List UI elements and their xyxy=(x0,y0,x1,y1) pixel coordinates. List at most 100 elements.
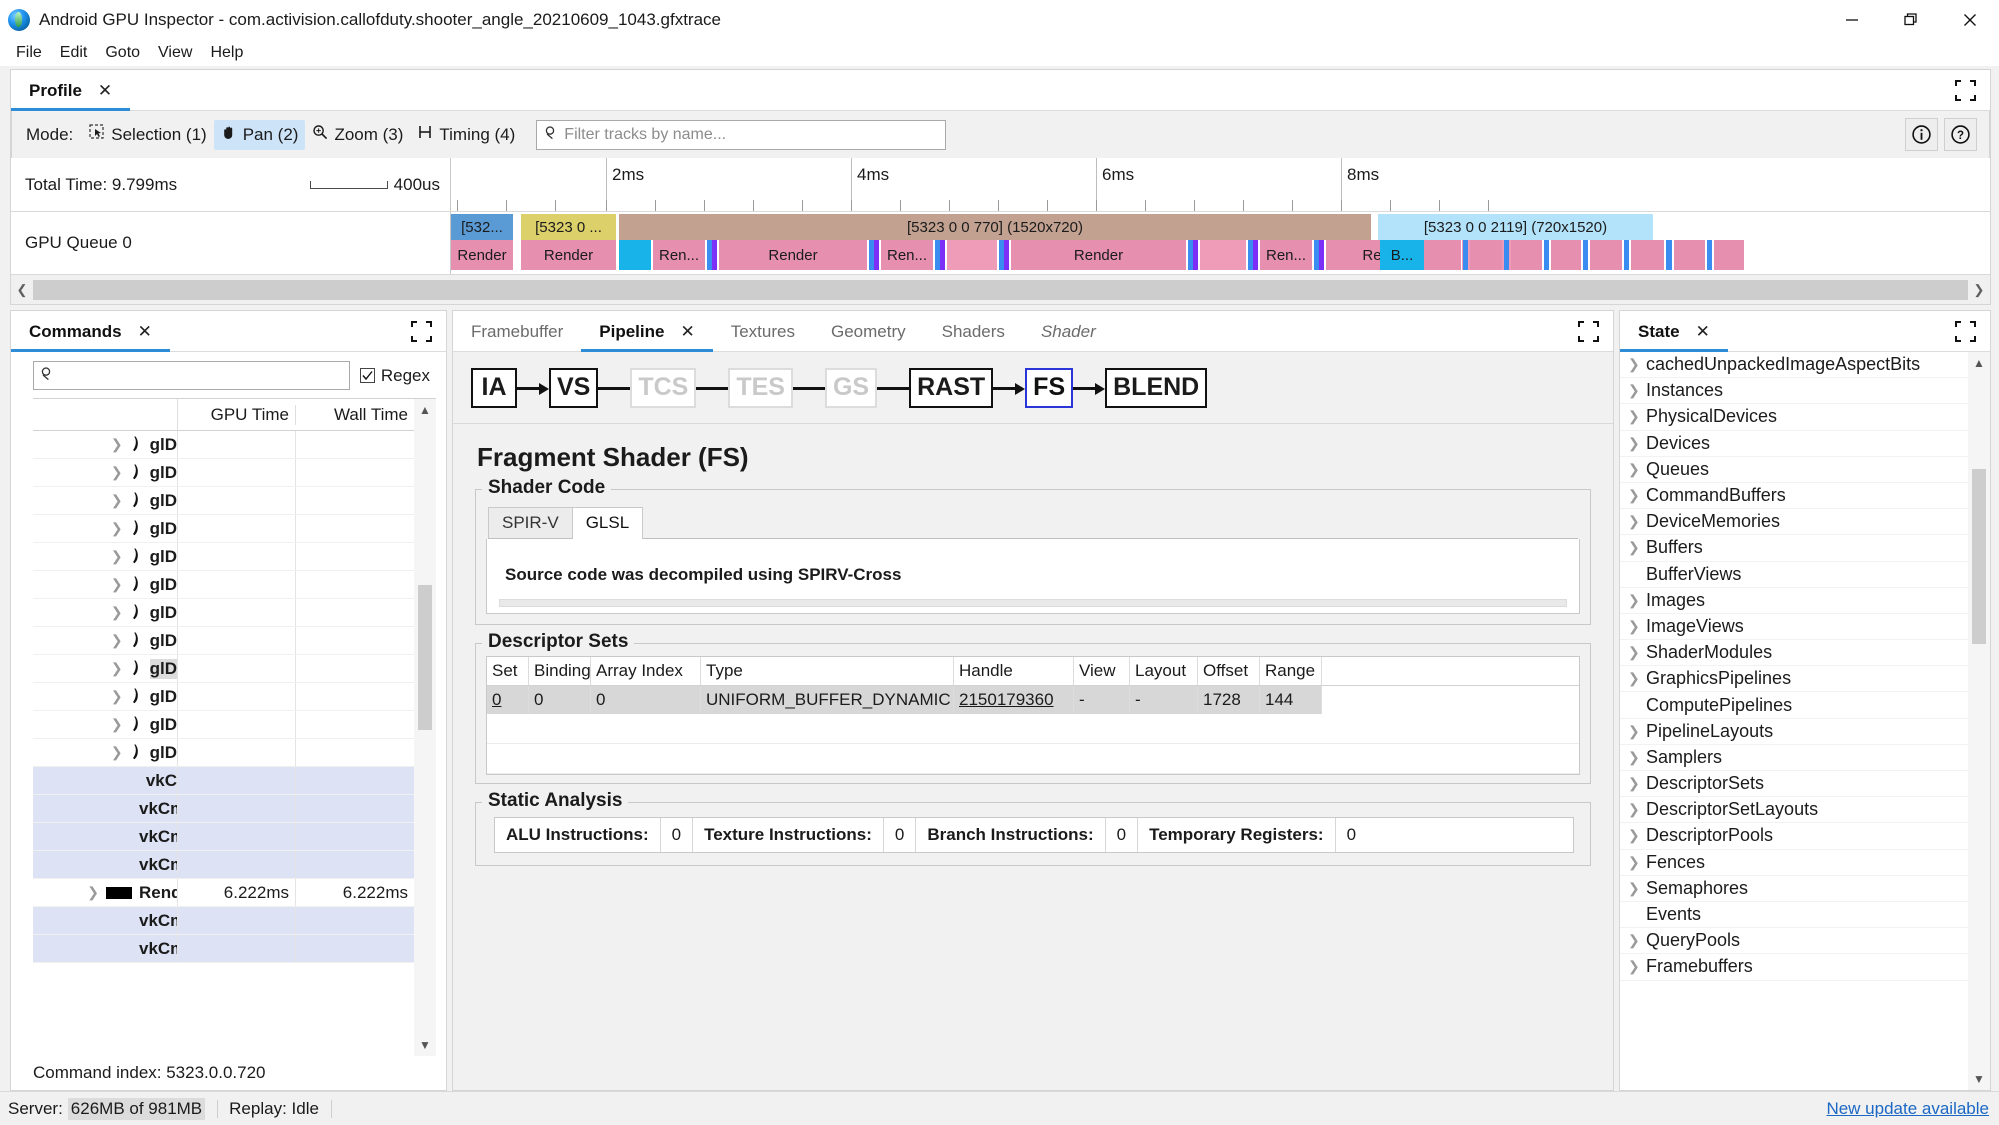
table-row[interactable]: ❯ glD xyxy=(33,515,414,543)
commands-vscrollbar[interactable]: ▲ ▼ xyxy=(414,399,436,1056)
chevron-right-icon[interactable]: ❯ xyxy=(1628,827,1640,844)
commands-search-input[interactable] xyxy=(33,361,350,390)
timeline-barrier[interactable] xyxy=(1707,240,1712,270)
table-row[interactable]: vkCmd xyxy=(33,907,414,935)
timeline-subgroup[interactable] xyxy=(1631,240,1664,270)
chevron-right-icon[interactable]: ❯ xyxy=(1628,854,1640,871)
chevron-right-icon[interactable]: ❯ xyxy=(1628,723,1640,740)
chevron-right-icon[interactable]: ❯ xyxy=(1628,958,1640,975)
timeline-subgroup[interactable] xyxy=(947,240,997,270)
chevron-right-icon[interactable]: ❯ xyxy=(1628,618,1640,635)
chevron-right-icon[interactable]: ❯ xyxy=(1628,382,1640,399)
tab-state[interactable]: State ✕ xyxy=(1620,311,1728,352)
chevron-right-icon[interactable]: ❯ xyxy=(1968,282,1990,298)
chevron-left-icon[interactable]: ❮ xyxy=(11,282,33,298)
col-binding[interactable]: Binding xyxy=(529,657,591,685)
col-view[interactable]: View xyxy=(1074,657,1130,685)
col-layout[interactable]: Layout xyxy=(1130,657,1198,685)
timeline-barrier[interactable] xyxy=(1004,240,1009,270)
state-tree-item[interactable]: ❯ Samplers xyxy=(1620,745,1968,771)
regex-checkbox[interactable]: Regex xyxy=(359,366,436,386)
menu-view[interactable]: View xyxy=(150,42,200,64)
timeline-subgroup[interactable] xyxy=(1470,240,1502,270)
restore-icon[interactable] xyxy=(1881,0,1940,39)
chevron-right-icon[interactable]: ❯ xyxy=(1628,513,1640,530)
timeline-barrier[interactable] xyxy=(1193,240,1198,270)
column-gpu-time[interactable]: GPU Time xyxy=(178,404,296,425)
state-tree-item[interactable]: ❯ Fences xyxy=(1620,850,1968,876)
menu-help[interactable]: Help xyxy=(202,42,251,64)
timeline-hscrollbar[interactable]: ❮ ❯ xyxy=(11,274,1990,304)
timeline-barrier[interactable] xyxy=(1624,240,1629,270)
chevron-right-icon[interactable]: ❯ xyxy=(1628,670,1640,687)
col-set[interactable]: Set xyxy=(487,657,529,685)
chevron-right-icon[interactable]: ❯ xyxy=(1628,408,1640,425)
chevron-right-icon[interactable]: ❯ xyxy=(111,576,123,593)
table-row[interactable]: ❯ glD xyxy=(33,459,414,487)
tab-geometry[interactable]: Geometry xyxy=(813,311,924,352)
chevron-right-icon[interactable]: ❯ xyxy=(111,716,123,733)
close-icon[interactable]: ✕ xyxy=(680,323,694,340)
chevron-right-icon[interactable]: ❯ xyxy=(111,492,123,509)
tab-commands[interactable]: Commands ✕ xyxy=(11,311,170,352)
menu-file[interactable]: File xyxy=(8,42,50,64)
chevron-right-icon[interactable]: ❯ xyxy=(111,436,123,453)
close-icon[interactable]: ✕ xyxy=(98,82,112,99)
pipeline-stage-ia[interactable]: IA xyxy=(471,367,517,408)
timeline-barrier[interactable] xyxy=(1253,240,1258,270)
timeline-group[interactable]: [5323 0 0 2119] (720x1520) xyxy=(1378,214,1653,240)
timeline-subgroup[interactable]: Ren... xyxy=(1260,240,1312,270)
column-name[interactable] xyxy=(33,399,178,430)
state-tree-item[interactable]: ❯ ShaderModules xyxy=(1620,640,1968,667)
chevron-right-icon[interactable]: ❯ xyxy=(111,660,123,677)
tab-shaders[interactable]: Shaders xyxy=(924,311,1023,352)
chevron-down-icon[interactable]: ▼ xyxy=(419,1038,431,1052)
pipeline-stage-tes[interactable]: TES xyxy=(728,367,793,408)
filter-tracks-input[interactable]: Filter tracks by name... xyxy=(536,119,947,150)
state-vscrollbar[interactable]: ▲ ▼ xyxy=(1968,352,1990,1090)
state-tree-item[interactable]: ❯BufferViews xyxy=(1620,562,1968,588)
pipeline-stage-tcs[interactable]: TCS xyxy=(630,367,697,408)
chevron-right-icon[interactable]: ❯ xyxy=(111,632,123,649)
timeline-group[interactable]: [5323 0 0 770] (1520x720) xyxy=(619,214,1371,240)
timeline-subgroup[interactable]: Ren... xyxy=(653,240,705,270)
fullscreen-icon[interactable] xyxy=(411,311,446,352)
chevron-right-icon[interactable]: ❯ xyxy=(1628,749,1640,766)
timeline-subgroup[interactable]: Render xyxy=(719,240,867,270)
chevron-right-icon[interactable]: ❯ xyxy=(87,884,99,901)
state-tree-item[interactable]: ❯ PhysicalDevices xyxy=(1620,404,1968,431)
scrollbar-thumb[interactable] xyxy=(1972,468,1986,644)
state-tree-item[interactable]: ❯ ImageViews xyxy=(1620,614,1968,641)
timeline-barrier[interactable] xyxy=(1463,240,1468,270)
close-icon[interactable] xyxy=(1940,0,1999,39)
fullscreen-icon[interactable] xyxy=(1955,311,1990,352)
state-tree-item[interactable]: ❯ Buffers xyxy=(1620,535,1968,562)
timeline-subgroup[interactable] xyxy=(1714,240,1744,270)
table-row[interactable]: ❯ glD xyxy=(33,627,414,655)
table-row[interactable]: ❯ glD xyxy=(33,739,414,767)
timeline-barrier[interactable] xyxy=(1666,240,1672,270)
state-tree-item[interactable]: ❯Events xyxy=(1620,902,1968,929)
fullscreen-icon[interactable] xyxy=(1578,311,1613,352)
close-icon[interactable]: ✕ xyxy=(1696,323,1710,340)
state-tree-item[interactable]: ❯ DescriptorSets xyxy=(1620,771,1968,798)
new-update-link[interactable]: New update available xyxy=(1826,1099,1989,1119)
chevron-right-icon[interactable]: ❯ xyxy=(111,464,123,481)
timeline-subgroup[interactable] xyxy=(1551,240,1581,270)
state-tree-item[interactable]: ❯ Instances xyxy=(1620,378,1968,405)
chevron-down-icon[interactable]: ▼ xyxy=(1973,1072,1985,1086)
timeline-subgroup[interactable] xyxy=(1426,240,1461,270)
state-tree-item[interactable]: ❯ Queues xyxy=(1620,457,1968,483)
pipeline-stage-fs[interactable]: FS xyxy=(1025,367,1074,408)
chevron-right-icon[interactable]: ❯ xyxy=(1628,435,1640,452)
state-tree-item[interactable]: ❯ DeviceMemories xyxy=(1620,509,1968,536)
scrollbar-thumb[interactable] xyxy=(33,279,1968,300)
chevron-right-icon[interactable]: ❯ xyxy=(111,688,123,705)
timeline-group[interactable]: [532... xyxy=(451,214,513,240)
table-row[interactable]: ❯ glD xyxy=(33,543,414,571)
chevron-right-icon[interactable]: ❯ xyxy=(111,604,123,621)
chevron-right-icon[interactable]: ❯ xyxy=(111,744,123,761)
tab-textures[interactable]: Textures xyxy=(713,311,813,352)
chevron-right-icon[interactable]: ❯ xyxy=(1628,932,1640,949)
pipeline-stage-rast[interactable]: RAST xyxy=(909,367,994,408)
